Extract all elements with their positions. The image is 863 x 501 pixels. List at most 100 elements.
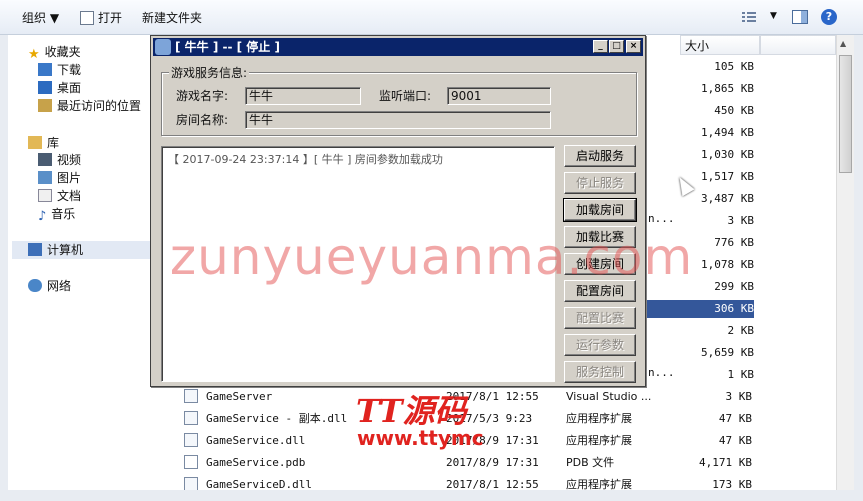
column-header-blank[interactable] xyxy=(760,35,836,55)
nav-videos-label: 视频 xyxy=(57,153,82,167)
nav-network[interactable]: 网络 xyxy=(28,277,71,295)
file-row[interactable]: GameServiceD.dll 2017/8/1 12:55 应用程序扩展 1… xyxy=(184,474,804,490)
nav-music[interactable]: ♪ 音乐 xyxy=(38,205,76,224)
size-cell: 1 KB xyxy=(727,368,755,381)
file-row[interactable]: GameServer 2017/8/1 12:55 Visual Studio … xyxy=(184,386,804,408)
open-button[interactable]: 打开 xyxy=(80,9,122,27)
pdb-file-icon xyxy=(184,455,198,469)
size-cell: 1,865 KB xyxy=(701,82,754,95)
nav-libraries[interactable]: 库 xyxy=(28,134,59,152)
file-size: 4,171 KB xyxy=(699,456,752,469)
nav-computer[interactable]: 计算机 xyxy=(28,241,83,259)
minimize-button[interactable]: _ xyxy=(593,40,608,53)
size-cell: 776 KB xyxy=(714,236,754,249)
network-icon xyxy=(28,279,42,292)
view-options-icon[interactable] xyxy=(742,11,756,23)
nav-computer-label: 计算机 xyxy=(47,243,84,257)
scrollbar-thumb[interactable] xyxy=(839,55,852,173)
videos-icon xyxy=(38,153,52,166)
music-icon: ♪ xyxy=(38,209,47,224)
service-info-label: 游戏服务信息: xyxy=(169,64,250,81)
create-room-button[interactable]: 创建房间 xyxy=(564,253,636,275)
game-server-dialog: [ 牛牛 ] -- [ 停止 ] _ □ × 游戏服务信息: 游戏名字: 牛牛 … xyxy=(150,35,646,387)
nav-documents-label: 文档 xyxy=(57,189,82,203)
close-button[interactable]: × xyxy=(626,40,641,53)
file-size: 173 KB xyxy=(712,478,752,490)
nav-downloads[interactable]: 下载 xyxy=(38,61,81,79)
size-cell: 1,030 KB xyxy=(701,148,754,161)
column-header-size[interactable]: 大小 xyxy=(680,35,760,55)
maximize-button[interactable]: □ xyxy=(609,40,624,53)
open-icon xyxy=(80,11,94,25)
config-match-button[interactable]: 配置比赛 xyxy=(564,307,636,329)
load-match-button[interactable]: 加载比赛 xyxy=(564,226,636,248)
run-params-button[interactable]: 运行参数 xyxy=(564,334,636,356)
dll-file-icon xyxy=(184,411,198,425)
view-dropdown-icon[interactable]: ▼ xyxy=(770,11,777,21)
file-name: GameServiceD.dll xyxy=(206,478,312,490)
file-type: Visual Studio ... xyxy=(566,390,652,403)
room-name-label: 房间名称: xyxy=(176,113,229,127)
size-cell: 5,659 KB xyxy=(701,346,754,359)
load-room-button[interactable]: 加载房间 xyxy=(563,198,637,222)
dll-file-icon xyxy=(184,433,198,447)
file-row[interactable]: GameService - 副本.dll 2017/5/3 9:23 应用程序扩… xyxy=(184,408,804,430)
dialog-titlebar[interactable]: [ 牛牛 ] -- [ 停止 ] _ □ × xyxy=(153,38,643,56)
size-cell: 1,078 KB xyxy=(701,258,754,271)
nav-videos[interactable]: 视频 xyxy=(38,151,81,169)
size-cell: 1,494 KB xyxy=(701,126,754,139)
project-file-icon xyxy=(184,389,198,403)
file-name: GameServer xyxy=(206,390,273,403)
nav-libraries-label: 库 xyxy=(47,136,60,150)
nav-desktop[interactable]: 桌面 xyxy=(38,79,81,97)
nav-documents[interactable]: 文档 xyxy=(38,187,81,205)
port-label: 监听端口: xyxy=(379,89,432,103)
nav-pictures[interactable]: 图片 xyxy=(38,169,81,187)
config-room-button[interactable]: 配置房间 xyxy=(564,280,636,302)
open-label: 打开 xyxy=(98,11,123,25)
file-size: 3 KB xyxy=(725,390,753,403)
game-name-label: 游戏名字: xyxy=(176,89,229,103)
room-name-field[interactable]: 牛牛 xyxy=(245,111,551,129)
dialog-title: [ 牛牛 ] -- [ 停止 ] xyxy=(175,40,280,54)
file-row[interactable]: GameService.pdb 2017/8/9 17:31 PDB 文件 4,… xyxy=(184,452,804,474)
nav-pictures-label: 图片 xyxy=(57,171,82,185)
scroll-up-icon[interactable]: ▲ xyxy=(840,39,846,48)
truncated-type: n... xyxy=(648,212,675,225)
file-type: PDB 文件 xyxy=(566,456,615,469)
size-cell: 299 KB xyxy=(714,280,754,293)
file-date: 2017/8/1 12:55 xyxy=(446,478,539,490)
file-size: 47 KB xyxy=(718,412,752,425)
nav-recent-label: 最近访问的位置 xyxy=(57,99,142,113)
log-output[interactable]: 【 2017-09-24 23:37:14 】[ 牛牛 ] 房间参数加载成功 xyxy=(161,146,555,382)
size-cell: 3 KB xyxy=(727,214,755,227)
size-cell: 450 KB xyxy=(714,104,754,117)
port-field[interactable]: 9001 xyxy=(447,87,551,105)
nav-recent[interactable]: 最近访问的位置 xyxy=(38,97,141,115)
recent-places-icon xyxy=(38,99,52,112)
library-icon xyxy=(28,136,42,149)
log-line: 【 2017-09-24 23:37:14 】[ 牛牛 ] 房间参数加载成功 xyxy=(168,153,443,166)
explorer-toolbar: 组织 ▼ 打开 新建文件夹 ▼ ? xyxy=(0,0,863,35)
stop-service-button[interactable]: 停止服务 xyxy=(564,172,636,194)
size-cell-selected: 306 KB xyxy=(674,300,754,318)
service-control-button[interactable]: 服务控制 xyxy=(564,361,636,383)
file-type: 应用程序扩展 xyxy=(566,434,632,447)
file-size: 47 KB xyxy=(718,434,752,447)
file-row[interactable]: GameService.dll 2017/8/9 17:31 应用程序扩展 47… xyxy=(184,430,804,452)
game-name-field[interactable]: 牛牛 xyxy=(245,87,361,105)
downloads-icon xyxy=(38,63,52,76)
truncated-type: n... xyxy=(648,366,675,379)
file-date: 2017/8/9 17:31 xyxy=(446,456,539,469)
app-icon xyxy=(155,39,171,55)
preview-pane-icon[interactable] xyxy=(792,10,808,24)
nav-music-label: 音乐 xyxy=(51,207,76,221)
organize-menu[interactable]: 组织 ▼ xyxy=(22,9,59,27)
new-folder-button[interactable]: 新建文件夹 xyxy=(142,9,202,27)
help-icon[interactable]: ? xyxy=(821,9,837,25)
nav-favorites[interactable]: ★ 收藏夹 xyxy=(28,43,81,62)
vertical-scrollbar[interactable]: ▲ xyxy=(836,35,854,490)
nav-network-label: 网络 xyxy=(47,279,72,293)
nav-desktop-label: 桌面 xyxy=(57,81,82,95)
start-service-button[interactable]: 启动服务 xyxy=(564,145,636,167)
